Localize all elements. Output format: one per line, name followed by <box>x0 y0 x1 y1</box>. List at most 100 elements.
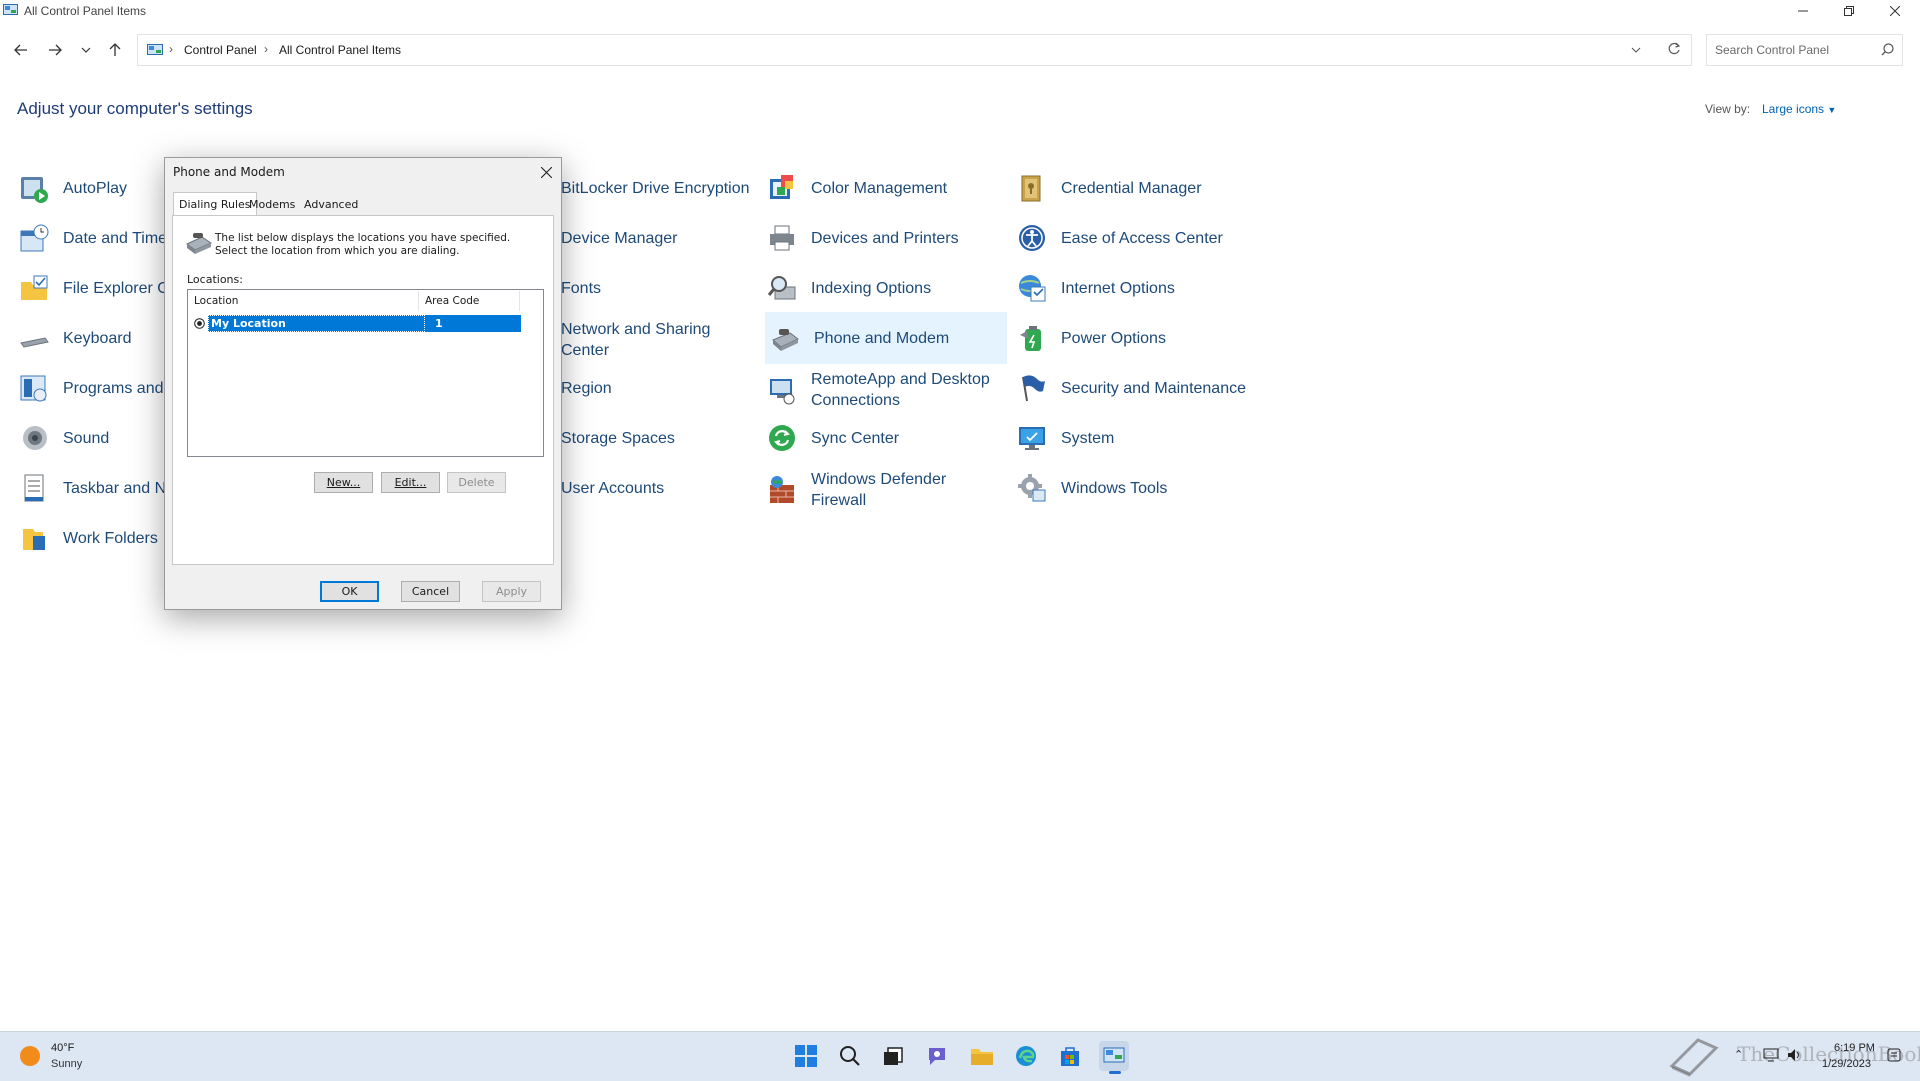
item-phone-modem[interactable]: Phone and Modem <box>765 312 1007 364</box>
column-header-location[interactable]: Location <box>188 291 419 311</box>
item-windows-tools[interactable]: Windows Tools <box>1015 468 1167 508</box>
flag-icon <box>1015 371 1049 405</box>
radio-selected-icon[interactable] <box>194 318 205 329</box>
refresh-icon[interactable] <box>1667 42 1681 56</box>
locations-list[interactable]: Location Area Code My Location 1 <box>187 289 544 457</box>
title-bar: All Control Panel Items <box>0 0 1920 22</box>
minimize-icon <box>1798 10 1808 12</box>
item-devices-printers[interactable]: Devices and Printers <box>765 218 959 258</box>
item-file-explorer[interactable]: File Explorer O <box>17 268 170 308</box>
color-management-icon <box>765 171 799 205</box>
store-button[interactable] <box>1055 1041 1085 1071</box>
view-by-dropdown[interactable]: Large icons ▼ <box>1762 102 1836 116</box>
item-label: Work Folders <box>63 529 158 547</box>
item-label: Security and Maintenance <box>1061 379 1246 397</box>
chat-icon <box>929 1048 945 1065</box>
start-button[interactable] <box>791 1041 821 1071</box>
store-icon <box>1061 1047 1079 1066</box>
item-windows-defender[interactable]: Windows Defender Firewall <box>765 468 946 512</box>
ok-button[interactable]: OK <box>320 581 379 602</box>
notification-icon[interactable] <box>1887 1048 1901 1064</box>
up-button[interactable] <box>103 38 127 62</box>
folder-options-icon <box>17 271 51 305</box>
item-label: Indexing Options <box>811 279 932 297</box>
restore-icon <box>1844 6 1854 16</box>
item-taskbar[interactable]: Taskbar and Na <box>17 468 175 508</box>
arrow-right-icon <box>49 44 62 56</box>
item-keyboard[interactable]: Keyboard <box>17 318 132 358</box>
search-input[interactable]: Search Control Panel <box>1706 34 1903 66</box>
item-work-folders[interactable]: Work Folders <box>17 518 158 558</box>
clock-date[interactable]: 1/29/2023 <box>1822 1058 1871 1070</box>
item-label: User Accounts <box>561 479 665 497</box>
cancel-button[interactable]: Cancel <box>401 581 460 602</box>
item-label: BitLocker Drive Encryption <box>561 179 750 197</box>
control-panel-icon <box>147 44 163 55</box>
search-icon <box>840 1046 860 1066</box>
weather-condition[interactable]: Sunny <box>51 1058 82 1070</box>
edit-button[interactable]: Edit... <box>381 472 440 493</box>
breadcrumb-separator-icon: › <box>169 42 173 56</box>
breadcrumb-control-panel[interactable]: Control Panel <box>184 43 257 57</box>
ease-of-access-icon <box>1015 221 1049 255</box>
control-panel-taskbar-button[interactable] <box>1099 1041 1129 1074</box>
locations-label: Locations: <box>187 273 243 286</box>
caret-down-icon: ▼ <box>1827 105 1837 115</box>
chat-button[interactable] <box>922 1041 952 1071</box>
item-sound[interactable]: Sound <box>17 418 109 458</box>
restore-button[interactable] <box>1826 0 1872 22</box>
volume-icon[interactable] <box>1787 1048 1803 1062</box>
new-button-label: New... <box>326 476 361 489</box>
item-power-options[interactable]: Power Options <box>1015 318 1166 358</box>
taskbar: 40°F Sunny TheCollectionBook ⌃ 6:19 PM 1… <box>0 1031 1920 1081</box>
item-system[interactable]: System <box>1015 418 1114 458</box>
clock-time[interactable]: 6:19 PM <box>1834 1042 1875 1054</box>
item-remoteapp[interactable]: RemoteApp and Desktop Connections <box>765 368 990 412</box>
back-button[interactable] <box>9 38 33 62</box>
breadcrumb-all-items[interactable]: All Control Panel Items <box>279 43 401 57</box>
forward-button[interactable] <box>43 38 67 62</box>
sun-icon[interactable] <box>20 1046 40 1066</box>
printer-icon <box>765 221 799 255</box>
tab-dialing-rules[interactable]: Dialing Rules <box>173 192 257 215</box>
tray-chevron-icon[interactable]: ⌃ <box>1734 1048 1743 1061</box>
tab-modems[interactable]: Modems <box>245 195 299 214</box>
recent-locations-button[interactable] <box>74 38 98 62</box>
label-line-1: Windows Defender <box>811 471 947 488</box>
item-security-maintenance[interactable]: Security and Maintenance <box>1015 368 1246 408</box>
dialog-close-button[interactable] <box>535 162 557 182</box>
window-title: All Control Panel Items <box>24 4 147 18</box>
delete-button[interactable]: Delete <box>447 472 506 493</box>
item-credential-manager[interactable]: Credential Manager <box>1015 168 1202 208</box>
item-label: Programs and <box>63 379 164 397</box>
new-button[interactable]: New... <box>314 472 373 493</box>
area-code-cell: 1 <box>425 315 521 332</box>
item-ease-of-access[interactable]: Ease of Access Center <box>1015 218 1223 258</box>
address-bar[interactable]: › Control Panel › All Control Panel Item… <box>137 34 1692 66</box>
taskbar-search-button[interactable] <box>835 1041 865 1071</box>
network-icon[interactable] <box>1763 1048 1779 1062</box>
item-color-management[interactable]: Color Management <box>765 168 947 208</box>
book-watermark-icon <box>1669 1038 1719 1077</box>
item-date-time[interactable]: Date and Time <box>17 218 167 258</box>
edge-button[interactable] <box>1011 1041 1041 1071</box>
minimize-button[interactable] <box>1780 0 1826 22</box>
weather-temperature[interactable]: 40°F <box>51 1042 74 1054</box>
item-autoplay[interactable]: AutoPlay <box>17 168 127 208</box>
close-window-button[interactable] <box>1872 0 1918 22</box>
item-internet-options[interactable]: Internet Options <box>1015 268 1175 308</box>
item-programs[interactable]: Programs and <box>17 368 164 408</box>
search-placeholder: Search Control Panel <box>1715 43 1830 57</box>
phone-modem-dialog: Phone and Modem Dialing Rules Modems Adv… <box>164 157 562 610</box>
column-header-area-code[interactable]: Area Code <box>420 291 520 311</box>
file-explorer-taskbar-button[interactable] <box>967 1041 997 1071</box>
address-dropdown-icon[interactable] <box>1631 43 1641 57</box>
tab-advanced[interactable]: Advanced <box>300 195 362 214</box>
item-label: Sound <box>63 429 110 447</box>
item-sync-center[interactable]: Sync Center <box>765 418 899 458</box>
calendar-clock-icon <box>17 221 51 255</box>
location-row[interactable]: My Location 1 <box>194 315 521 332</box>
task-view-button[interactable] <box>878 1041 908 1071</box>
apply-button[interactable]: Apply <box>482 581 541 602</box>
item-indexing-options[interactable]: Indexing Options <box>765 268 931 308</box>
